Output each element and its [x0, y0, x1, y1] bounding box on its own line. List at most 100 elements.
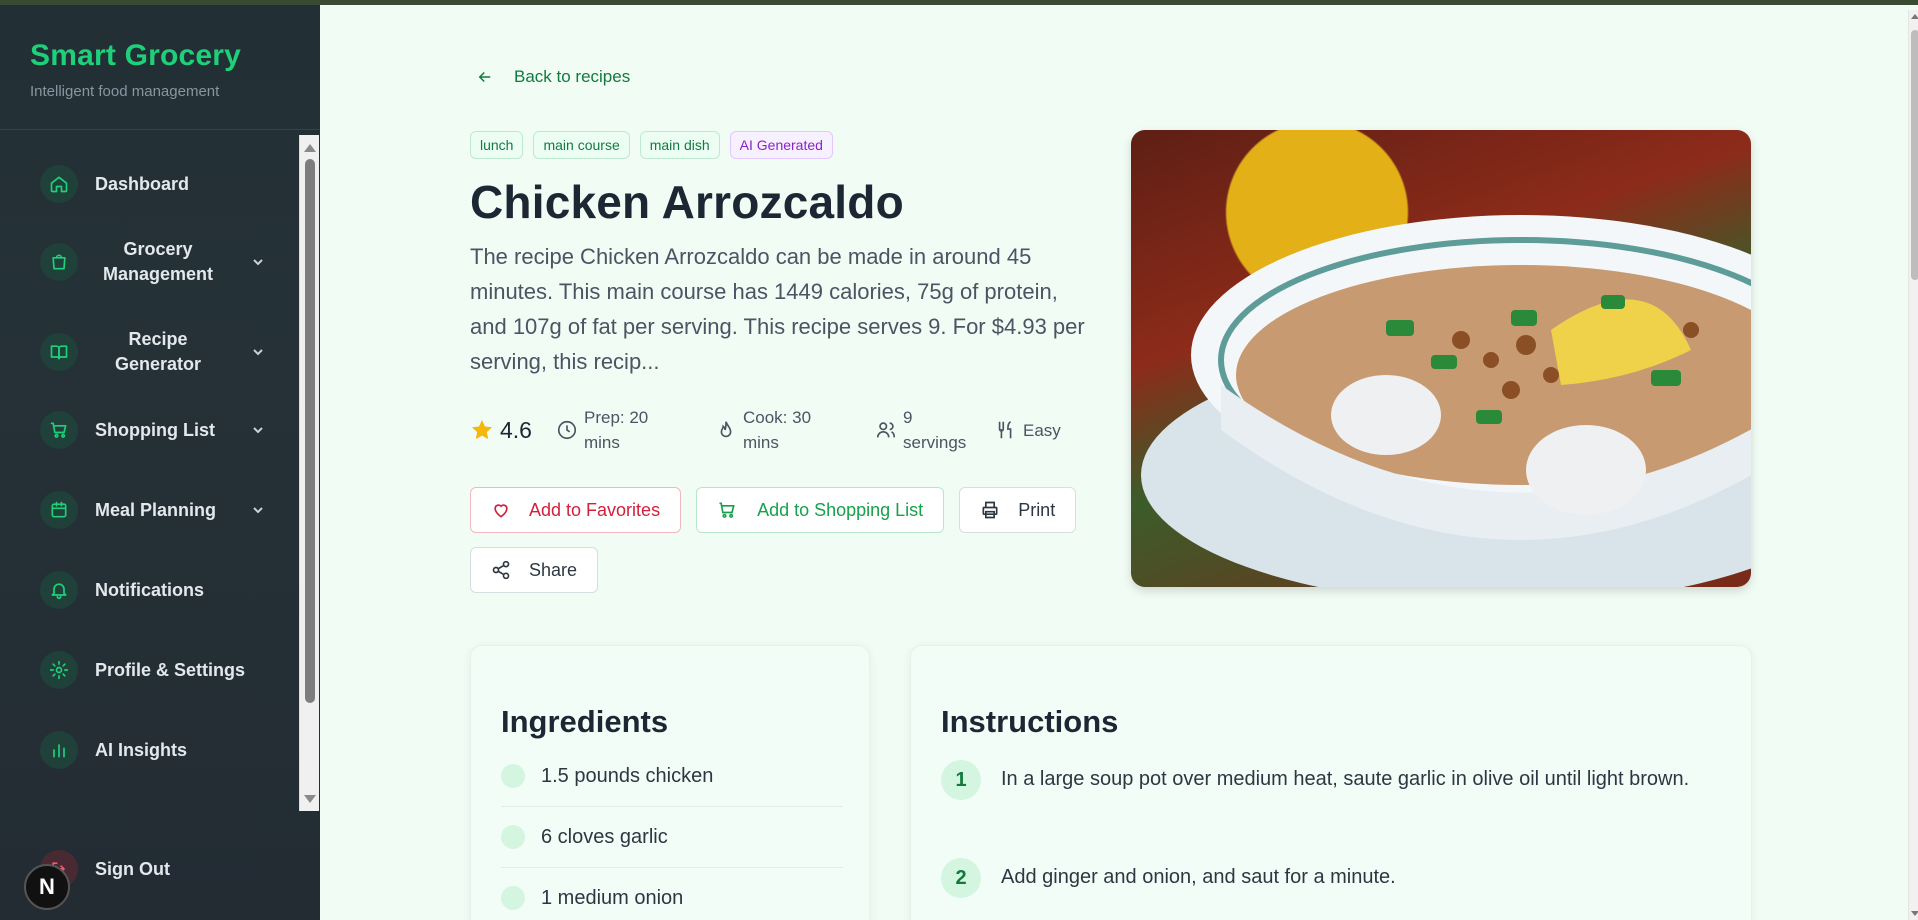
sidebar-item-label: Profile & Settings [95, 659, 246, 680]
tag-main-dish: main dish [639, 131, 720, 159]
sidebar-item-label: Dashboard [95, 173, 190, 194]
add-to-shopping-list-button[interactable]: Add to Shopping List [696, 487, 945, 533]
sidebar-divider [0, 129, 320, 130]
step-text: In a large soup pot over medium heat, sa… [1001, 768, 1690, 790]
instruction-step: 1 In a large soup pot over medium heat, … [941, 760, 1721, 800]
instruction-step: 2 Add ginger and onion, and saut for a m… [941, 858, 1721, 898]
main-content: Back to recipes lunch main course main d… [320, 5, 1918, 920]
nextjs-dev-badge[interactable]: N [24, 864, 70, 910]
sidebar-item-label: AI Insights [95, 739, 188, 760]
page-scrollbar[interactable] [1908, 10, 1918, 920]
instructions-card: Instructions 1 In a large soup pot over … [910, 645, 1752, 920]
sidebar-item-recipe-generator[interactable]: Recipe Generator [20, 327, 290, 377]
cart-icon [719, 502, 735, 518]
servings: 9 servings [875, 405, 995, 455]
checkbox-circle-icon[interactable] [501, 764, 525, 788]
clock-icon [557, 420, 577, 440]
book-icon [40, 333, 78, 371]
tag-main-course: main course [533, 131, 630, 159]
scroll-thumb[interactable] [305, 159, 315, 703]
difficulty-label: Easy [1022, 420, 1061, 440]
arrow-left-icon [478, 71, 491, 83]
sidebar-item-notifications[interactable]: Notifications [20, 571, 290, 609]
sign-out-label: Sign Out [95, 858, 170, 879]
scroll-down-arrow-icon[interactable] [1911, 911, 1918, 916]
scroll-down-arrow-icon[interactable] [304, 795, 316, 803]
printer-icon [982, 501, 998, 519]
rating-value: 4.6 [500, 416, 532, 443]
sidebar-item-meal-planning[interactable]: Meal Planning [20, 491, 290, 529]
ingredient-divider [501, 867, 843, 868]
sidebar-item-profile-settings[interactable]: Profile & Settings [20, 651, 290, 689]
cook-time: Cook: 30 mins [715, 405, 860, 455]
sidebar-nav: Dashboard Grocery Management Recipe Gene… [0, 131, 300, 811]
brand-subtitle: Intelligent food management [30, 83, 220, 100]
checkbox-circle-icon[interactable] [501, 886, 525, 910]
sidebar-item-label: Shopping List [95, 419, 215, 440]
home-icon [40, 165, 78, 203]
brand: Smart Grocery Intelligent food managemen… [30, 39, 241, 100]
prep-time: Prep: 20 mins [556, 405, 701, 455]
rating: 4.6 [470, 417, 532, 444]
sidebar-item-dashboard[interactable]: Dashboard [20, 165, 290, 203]
share-icon [492, 560, 510, 580]
sidebar-item-ai-insights[interactable]: AI Insights [20, 731, 290, 769]
sidebar-item-label: Meal Planning [95, 499, 217, 520]
arrozcaldo-bowl-illustration [1141, 215, 1751, 587]
shopping-bag-icon [40, 243, 78, 281]
add-to-favorites-label: Add to Favorites [529, 499, 661, 520]
ingredient-label: 1 medium onion [541, 886, 684, 909]
calendar-icon [40, 491, 78, 529]
instructions-title: Instructions [941, 704, 1119, 739]
utensils-icon [998, 421, 1012, 439]
ingredient-divider [501, 806, 843, 807]
recipe-image [1131, 130, 1751, 587]
share-label: Share [529, 559, 578, 580]
bell-icon [40, 571, 78, 609]
sidebar-item-grocery-management[interactable]: Grocery Management [20, 237, 290, 287]
add-to-favorites-button[interactable]: Add to Favorites [470, 487, 682, 533]
tag-lunch: lunch [470, 131, 524, 159]
gear-icon [40, 651, 78, 689]
servings-label: 9 servings [902, 408, 967, 452]
flame-icon [720, 421, 732, 438]
heart-icon [494, 504, 508, 518]
sidebar: Smart Grocery Intelligent food managemen… [0, 5, 320, 920]
sidebar-item-label: Recipe Generator [114, 329, 202, 374]
ingredient-item[interactable]: 6 cloves garlic [501, 825, 841, 849]
chevron-down-icon[interactable] [250, 422, 266, 438]
sidebar-item-label: Notifications [95, 579, 205, 600]
brand-title[interactable]: Smart Grocery [30, 39, 241, 73]
ingredient-label: 6 cloves garlic [541, 825, 668, 848]
star-icon [472, 420, 492, 440]
recipe-tags: lunch main course main dish AI Generated [470, 131, 833, 159]
users-icon [876, 422, 896, 438]
print-button[interactable]: Print [959, 487, 1077, 533]
sidebar-item-label: Grocery Management [102, 239, 214, 284]
scroll-thumb[interactable] [1911, 30, 1918, 280]
step-number: 2 [941, 858, 981, 898]
tag-ai-generated: AI Generated [729, 131, 833, 159]
print-label: Print [1018, 499, 1056, 520]
ingredient-item[interactable]: 1 medium onion [501, 886, 841, 910]
scroll-up-arrow-icon[interactable] [304, 144, 316, 152]
back-to-recipes-link[interactable]: Back to recipes [476, 67, 630, 87]
ingredient-label: 1.5 pounds chicken [541, 764, 714, 787]
recipe-meta: 4.6 Prep: 20 mins Cook: 30 mins 9 servin… [470, 405, 1061, 455]
chevron-down-icon[interactable] [250, 344, 266, 360]
share-button[interactable]: Share [470, 547, 599, 593]
chevron-down-icon[interactable] [250, 254, 266, 270]
back-label: Back to recipes [514, 67, 631, 86]
ingredient-item[interactable]: 1.5 pounds chicken [501, 764, 841, 788]
ingredients-card: Ingredients 1.5 pounds chicken 6 cloves … [470, 645, 870, 920]
ingredients-title: Ingredients [501, 704, 669, 739]
sidebar-scrollbar[interactable] [299, 135, 319, 811]
cook-time-label: Cook: 30 mins [742, 408, 812, 452]
difficulty: Easy [995, 418, 1061, 443]
checkbox-circle-icon[interactable] [501, 825, 525, 849]
chevron-down-icon[interactable] [250, 502, 266, 518]
sidebar-item-shopping-list[interactable]: Shopping List [20, 411, 290, 449]
step-text: Add ginger and onion, and saut for a min… [1001, 866, 1396, 888]
cart-icon [40, 411, 78, 449]
scroll-up-arrow-icon[interactable] [1911, 14, 1918, 19]
